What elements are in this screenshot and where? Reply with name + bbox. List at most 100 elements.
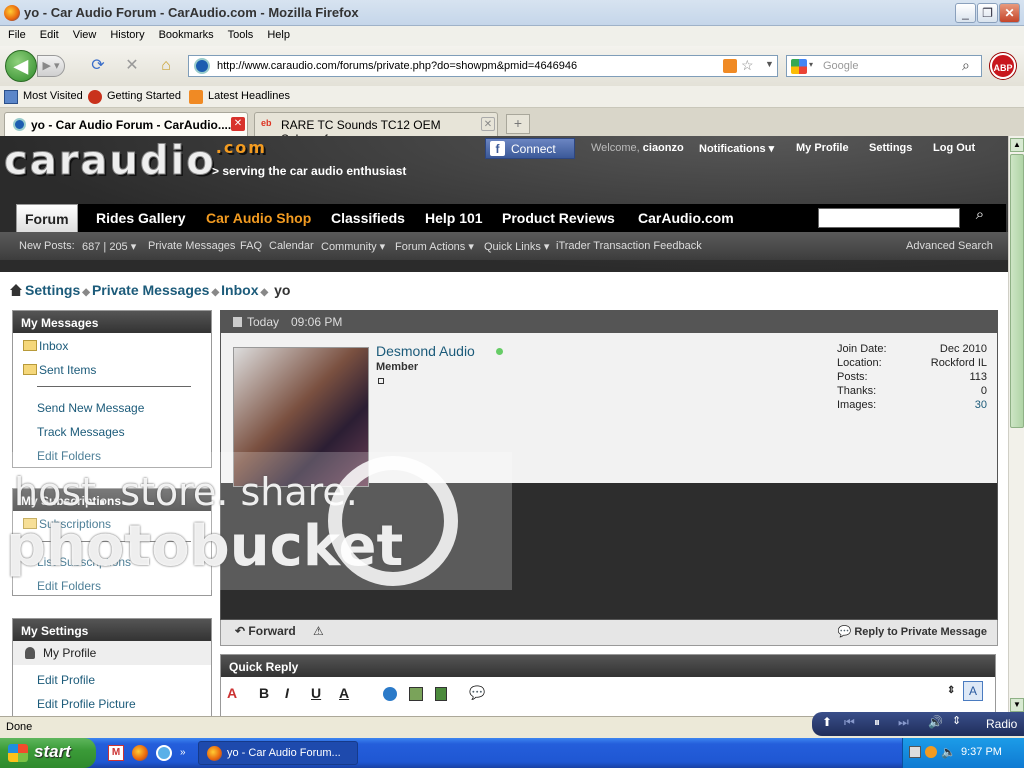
rss-icon[interactable] — [723, 59, 737, 73]
private-messages-link[interactable]: Private Messages — [148, 240, 235, 252]
home-icon[interactable]: ⌂ — [156, 56, 176, 76]
search-box[interactable]: ▾ Google ⌕ — [786, 55, 982, 77]
quick-links-menu[interactable]: Quick Links ▾ — [484, 240, 549, 253]
close-tab-icon[interactable]: ✕ — [481, 117, 495, 131]
facebook-connect-button[interactable]: f Connect — [485, 138, 575, 159]
menu-help[interactable]: Help — [259, 26, 296, 41]
scroll-down-button[interactable]: ▼ — [1010, 698, 1024, 712]
sidebar-item-track-messages[interactable]: Track Messages — [37, 425, 125, 439]
menu-history[interactable]: History — [102, 26, 150, 41]
remove-format-icon[interactable]: A — [227, 685, 237, 701]
bookmark-latest-headlines[interactable]: Latest Headlines — [208, 90, 290, 102]
quicklaunch-more-icon[interactable]: » — [180, 747, 186, 758]
forward-button[interactable]: ▶ ▾ — [37, 55, 65, 77]
username-link[interactable]: ciaonzo — [643, 142, 684, 154]
radio-volume-icon[interactable]: 🔊 — [928, 715, 943, 729]
sidebar-item-sent-items[interactable]: Sent Items — [23, 363, 96, 377]
home-icon[interactable] — [10, 284, 22, 296]
font-color-icon[interactable]: A — [339, 685, 349, 701]
messenger-icon[interactable] — [156, 745, 172, 761]
site-identity-icon[interactable] — [194, 58, 210, 74]
forum-actions-menu[interactable]: Forum Actions ▾ — [395, 240, 474, 253]
report-icon[interactable]: ⚠ — [313, 624, 324, 638]
search-icon[interactable]: ⌕ — [962, 57, 970, 74]
underline-icon[interactable]: U — [311, 685, 321, 701]
tab-ebay-listing[interactable]: eb RARE TC Sounds TC12 OEM Subwoofer... … — [254, 112, 498, 146]
firefox-quicklaunch-icon[interactable] — [132, 745, 148, 761]
nav-classifieds[interactable]: Classifieds — [323, 204, 413, 232]
engine-dropdown-icon[interactable]: ▾ — [809, 60, 813, 69]
bookmark-most-visited[interactable]: Most Visited — [23, 90, 83, 102]
sidebar-item-inbox[interactable]: Inbox — [23, 339, 68, 353]
menu-view[interactable]: View — [65, 26, 103, 41]
insert-image-icon[interactable] — [409, 687, 423, 701]
settings-link[interactable]: Settings — [869, 142, 912, 154]
site-search-input[interactable] — [818, 208, 960, 228]
bold-icon[interactable]: B — [259, 685, 269, 701]
scrollbar-thumb[interactable] — [1010, 154, 1024, 428]
volume-icon[interactable]: 🔈 — [941, 745, 956, 759]
reply-button[interactable]: 💬 Reply to Private Message — [838, 625, 987, 638]
bookmark-star-icon[interactable]: ☆ — [741, 57, 754, 74]
tray-app-icon[interactable] — [925, 746, 937, 758]
itrader-feedback-link[interactable]: iTrader Transaction Feedback — [556, 240, 702, 252]
resize-icon[interactable]: ⇕ — [947, 685, 955, 696]
breadcrumb-private-messages[interactable]: Private Messages — [92, 282, 210, 298]
gmail-icon[interactable]: M — [108, 745, 124, 761]
calendar-link[interactable]: Calendar — [269, 240, 314, 252]
start-button[interactable]: start — [0, 738, 96, 768]
scroll-up-button[interactable]: ▲ — [1010, 138, 1024, 152]
sidebar-item-edit-profile-picture[interactable]: Edit Profile Picture — [37, 697, 136, 711]
nav-rides-gallery[interactable]: Rides Gallery — [88, 204, 194, 232]
taskbar-firefox-window[interactable]: yo - Car Audio Forum... — [198, 741, 358, 765]
nav-product-reviews[interactable]: Product Reviews — [494, 204, 623, 232]
nav-forum[interactable]: Forum — [16, 204, 78, 233]
nav-caraudio-com[interactable]: CarAudio.com — [630, 204, 742, 232]
breadcrumb-inbox[interactable]: Inbox — [221, 282, 258, 298]
radio-prev-icon[interactable]: ⏮ — [844, 715, 855, 730]
radio-next-icon[interactable]: ⏭ — [898, 715, 909, 730]
sidebar-item-my-profile[interactable]: My Profile — [13, 641, 211, 665]
tab-car-audio-forum[interactable]: yo - Car Audio Forum - CarAudio.... ✕ — [4, 112, 248, 136]
radio-station-icon[interactable]: ⇕ — [952, 714, 961, 727]
nav-car-audio-shop[interactable]: Car Audio Shop — [198, 204, 319, 232]
new-tab-button[interactable]: + — [506, 114, 530, 134]
new-posts-count[interactable]: 687 | 205 ▾ — [82, 240, 136, 253]
post-author-link[interactable]: Desmond Audio — [376, 343, 475, 359]
url-bar[interactable]: http://www.caraudio.com/forums/private.p… — [188, 55, 778, 77]
restore-button[interactable]: ❐ — [977, 3, 998, 23]
back-button[interactable]: ◀ — [5, 50, 37, 82]
italic-icon[interactable]: I — [285, 685, 289, 701]
stop-icon[interactable]: ✕ — [122, 56, 142, 76]
close-button[interactable]: ✕ — [999, 3, 1020, 23]
bookmark-getting-started[interactable]: Getting Started — [107, 90, 181, 102]
insert-link-icon[interactable] — [383, 687, 397, 701]
my-profile-link[interactable]: My Profile — [796, 142, 849, 154]
switch-editor-icon[interactable]: A — [963, 681, 983, 701]
faq-link[interactable]: FAQ — [240, 240, 262, 252]
radio-pause-icon[interactable]: ⏸ — [874, 715, 880, 730]
site-search-icon[interactable]: ⌕ — [968, 206, 992, 230]
menu-file[interactable]: File — [0, 26, 32, 41]
menu-bookmarks[interactable]: Bookmarks — [151, 26, 220, 41]
advanced-search-link[interactable]: Advanced Search — [906, 240, 993, 252]
radio-arrow-icon[interactable]: ⬆ — [822, 715, 832, 729]
quote-icon[interactable]: 💬 — [469, 685, 485, 701]
network-icon[interactable] — [909, 746, 921, 758]
log-out-link[interactable]: Log Out — [933, 142, 975, 154]
sidebar-item-send-new-message[interactable]: Send New Message — [37, 401, 144, 415]
close-tab-icon[interactable]: ✕ — [231, 117, 245, 131]
breadcrumb-settings[interactable]: Settings — [25, 282, 80, 298]
insert-video-icon[interactable] — [435, 687, 447, 701]
vertical-scrollbar[interactable]: ▲ ▼ — [1008, 136, 1024, 716]
community-menu[interactable]: Community ▾ — [321, 240, 385, 253]
reload-icon[interactable]: ⟳ — [88, 56, 108, 76]
menu-edit[interactable]: Edit — [32, 26, 65, 41]
url-dropdown-icon[interactable]: ▼ — [765, 59, 774, 69]
nav-help-101[interactable]: Help 101 — [417, 204, 491, 232]
adblock-icon[interactable]: ABP — [990, 53, 1016, 79]
menu-tools[interactable]: Tools — [220, 26, 260, 41]
forward-button[interactable]: ↶ Forward — [235, 624, 296, 638]
stat-images-link[interactable]: 30 — [975, 399, 987, 411]
sidebar-item-edit-profile[interactable]: Edit Profile — [37, 673, 95, 687]
